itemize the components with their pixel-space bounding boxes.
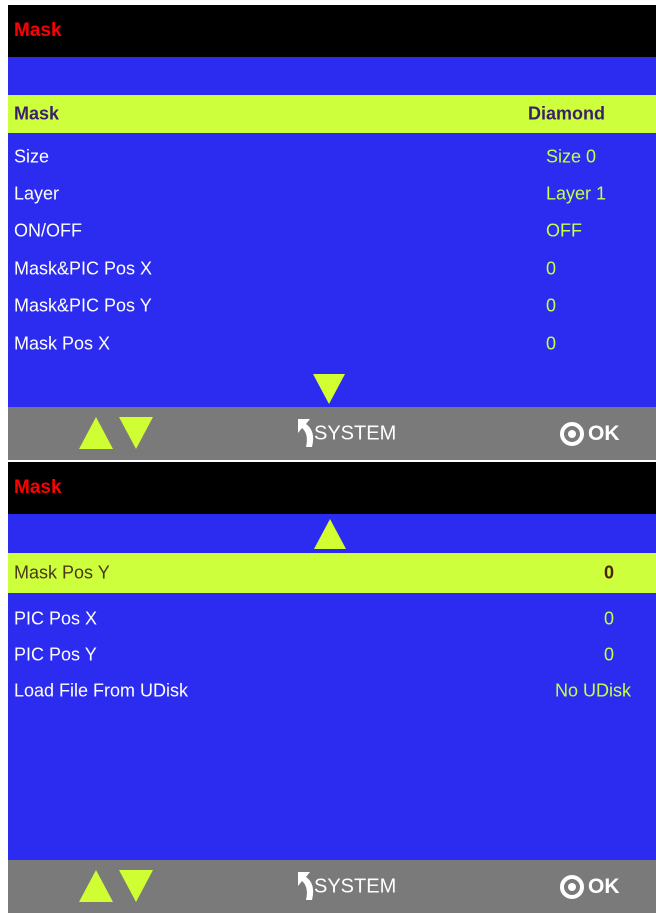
- row-value: Diamond: [528, 103, 606, 124]
- menu-title: Mask: [14, 20, 62, 41]
- menu-row-mask-pos-y[interactable]: Mask Pos Y 0: [8, 553, 656, 593]
- row-value: Size 0: [546, 146, 597, 167]
- menu-row-layer[interactable]: Layer Layer 1: [8, 175, 656, 213]
- row-label: Size: [14, 146, 50, 167]
- footer-bar: SYSTEM OK: [8, 860, 656, 913]
- row-label: Mask: [14, 103, 60, 124]
- row-label: PIC Pos Y: [14, 644, 97, 665]
- menu-row-pic-pos-x[interactable]: PIC Pos X 0: [8, 600, 656, 638]
- menu-row-load-file[interactable]: Load File From UDisk No UDisk: [8, 672, 656, 710]
- row-value: 0: [546, 333, 557, 354]
- row-value: 0: [546, 258, 557, 279]
- footer-bar: SYSTEM OK: [8, 407, 656, 460]
- scroll-up-icon[interactable]: [314, 519, 346, 549]
- menu-row-mask-pic-pos-y[interactable]: Mask&PIC Pos Y 0: [8, 287, 656, 325]
- down-arrow-icon[interactable]: [119, 870, 153, 902]
- title-bar: Mask: [8, 462, 656, 514]
- menu-row-mask[interactable]: Mask Diamond: [8, 95, 656, 133]
- menu-row-pic-pos-y[interactable]: PIC Pos Y 0: [8, 636, 656, 674]
- ok-target-icon[interactable]: [560, 874, 584, 899]
- up-arrow-icon[interactable]: [79, 870, 113, 902]
- row-label: Layer: [14, 183, 60, 204]
- row-value: Layer 1: [546, 183, 607, 204]
- down-arrow-icon[interactable]: [119, 417, 153, 449]
- scroll-down-icon[interactable]: [313, 374, 345, 404]
- row-value: 0: [604, 644, 615, 665]
- row-label: ON/OFF: [14, 220, 82, 241]
- row-label: PIC Pos X: [14, 608, 98, 629]
- menu-row-size[interactable]: Size Size 0: [8, 138, 656, 176]
- row-label: Load File From UDisk: [14, 680, 189, 701]
- system-label[interactable]: SYSTEM: [314, 875, 396, 898]
- row-value: 0: [546, 295, 557, 316]
- row-label: Mask&PIC Pos X: [14, 258, 153, 279]
- row-label: Mask Pos X: [14, 333, 111, 354]
- title-bar: Mask: [8, 5, 656, 57]
- row-value: OFF: [546, 220, 582, 241]
- menu-row-mask-pic-pos-x[interactable]: Mask&PIC Pos X 0: [8, 250, 656, 288]
- ok-target-icon[interactable]: [560, 421, 584, 446]
- row-value: 0: [604, 608, 615, 629]
- system-label[interactable]: SYSTEM: [314, 422, 396, 445]
- menu-row-mask-pos-x[interactable]: Mask Pos X 0: [8, 325, 656, 363]
- row-value: No UDisk: [555, 680, 632, 701]
- top-menu-panel: Mask Mask Diamond Size Size 0 Layer Laye…: [8, 5, 656, 460]
- row-label: Mask Pos Y: [14, 562, 110, 583]
- bottom-menu-panel: Mask Mask Pos Y 0 PIC Pos X 0 PIC Pos Y …: [8, 462, 656, 913]
- ok-label[interactable]: OK: [588, 875, 620, 899]
- menu-title: Mask: [14, 477, 62, 498]
- row-value: 0: [604, 562, 615, 583]
- up-arrow-icon[interactable]: [79, 417, 113, 449]
- ok-label[interactable]: OK: [588, 422, 620, 446]
- menu-row-on-off[interactable]: ON/OFF OFF: [8, 212, 656, 250]
- row-label: Mask&PIC Pos Y: [14, 295, 152, 316]
